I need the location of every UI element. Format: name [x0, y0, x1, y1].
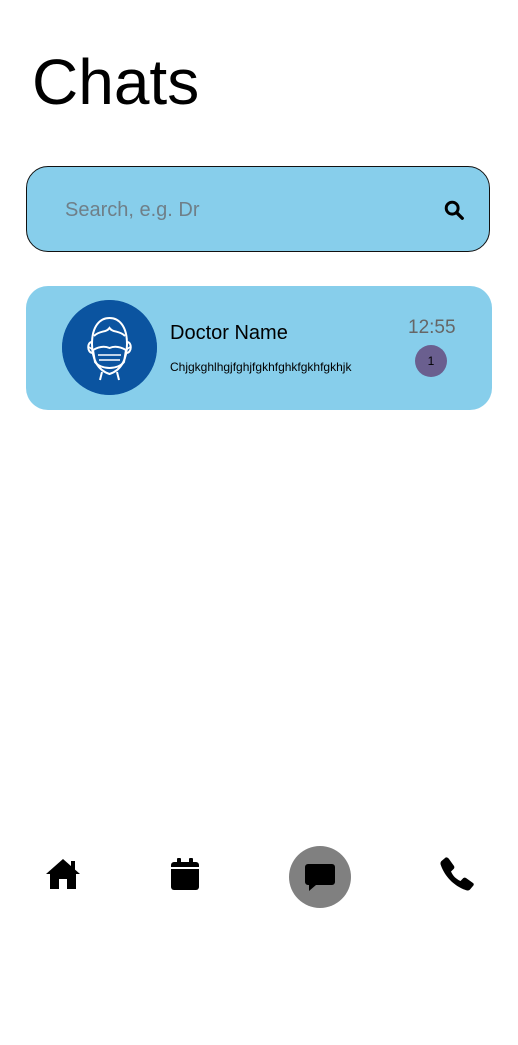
search-icon[interactable] [443, 199, 465, 221]
chat-message-preview: Chjgkghlhgjfghjfgkhfghkfgkhfgkhjk [170, 360, 352, 374]
search-bar[interactable] [26, 166, 490, 252]
chat-list-item[interactable]: Doctor Name Chjgkghlhgjfghjfgkhfghkfgkhf… [26, 286, 492, 410]
chat-contact-name: Doctor Name [170, 322, 288, 344]
chat-icon [305, 864, 335, 891]
unread-count-badge: 1 [415, 345, 447, 377]
nav-calendar-button[interactable] [169, 856, 201, 892]
home-icon [46, 859, 80, 889]
chats-screen: Chats Search, e.g. Dr Doctor Name Chjgkg… [0, 0, 518, 1045]
nav-chats-button[interactable] [289, 846, 351, 908]
phone-icon [440, 857, 474, 891]
nav-phone-button[interactable] [438, 855, 476, 893]
avatar [62, 300, 157, 395]
face-mask-icon [62, 300, 157, 395]
calendar-icon [171, 858, 199, 890]
nav-home-button[interactable] [44, 856, 82, 892]
search-input[interactable] [65, 193, 425, 227]
page-title: Chats [32, 46, 200, 118]
chat-timestamp: 12:55 [408, 317, 456, 338]
